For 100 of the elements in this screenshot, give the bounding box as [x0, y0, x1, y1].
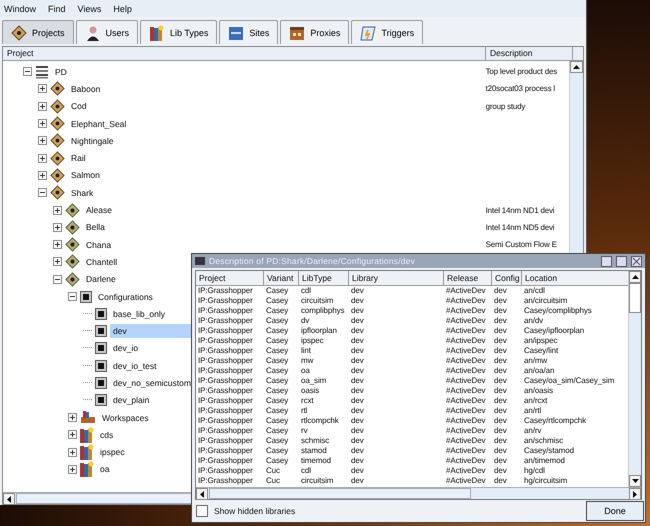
table-cell-text: Casey/stamod	[523, 446, 575, 456]
tab[interactable]: Users	[76, 20, 138, 44]
expander-icon[interactable]	[38, 102, 47, 111]
table-cell-text: dev	[350, 456, 365, 466]
tree-item[interactable]: Chantell	[83, 254, 120, 269]
table-cell-text: Casey	[265, 306, 290, 316]
column-header[interactable]: Project	[3, 47, 486, 60]
tree-item[interactable]: Cod	[68, 99, 90, 114]
tree-item[interactable]: Shark	[68, 186, 96, 200]
column-header[interactable]: Description	[486, 47, 573, 60]
tree-item[interactable]: Chana	[83, 238, 114, 252]
expander-icon[interactable]	[53, 274, 62, 284]
expander-icon[interactable]	[23, 67, 32, 76]
table-cell-text: #ActiveDev	[445, 446, 486, 456]
table-cell-text: an/rv	[523, 426, 542, 436]
tree-item[interactable]: PD	[52, 64, 70, 79]
tab[interactable]: Triggers	[351, 20, 424, 44]
left-arrow-icon[interactable]	[7, 496, 11, 502]
expander-icon[interactable]	[68, 464, 77, 474]
tab[interactable]: Sites	[219, 20, 278, 44]
tree-item[interactable]: Alease	[83, 203, 115, 218]
close-icon[interactable]	[631, 256, 642, 266]
done-button[interactable]: Done	[586, 501, 644, 521]
tab[interactable]: Lib Types	[140, 20, 218, 44]
expander-icon[interactable]	[38, 170, 47, 180]
up-arrow-icon[interactable]	[632, 275, 638, 279]
expander-icon[interactable]	[68, 430, 77, 440]
table-cell-text: an/oasis	[523, 386, 554, 396]
column-header[interactable]: Release	[444, 271, 492, 286]
description-cell-text: Intel 14nm ND5 devi	[484, 222, 556, 232]
checkbox-label[interactable]: Show hidden libraries	[214, 506, 296, 516]
tree-item[interactable]: dev_io_test	[110, 358, 160, 373]
tab[interactable]: Projects	[2, 20, 74, 44]
table-cell-text: dev	[350, 436, 365, 446]
tree-item[interactable]: cds	[97, 428, 116, 442]
column-header[interactable]: Variant	[264, 271, 299, 286]
tree-item[interactable]: ipspec	[97, 445, 128, 460]
tree-item[interactable]: Bella	[83, 220, 108, 234]
expander-icon[interactable]	[38, 136, 47, 146]
right-arrow-icon[interactable]	[633, 490, 637, 498]
expander-icon[interactable]	[68, 413, 77, 422]
expander-icon[interactable]	[53, 240, 62, 250]
table-cell-text: IP:Grasshopper	[197, 296, 254, 306]
table-cell-text: dev	[493, 326, 508, 336]
table-cell-text: IP:Grasshopper	[197, 376, 254, 386]
column-header[interactable]: Project	[196, 271, 264, 286]
description-cell-text: group study	[484, 102, 526, 111]
maximize-button[interactable]	[616, 256, 627, 266]
expander-icon[interactable]	[38, 119, 47, 128]
down-arrow-icon[interactable]	[632, 479, 638, 483]
table-cell-text: #ActiveDev	[445, 456, 486, 466]
table-cell-text: Casey	[265, 356, 290, 366]
table-cell-text: dev	[350, 476, 365, 486]
expander-icon[interactable]	[68, 292, 77, 301]
tree-item[interactable]: Workspaces	[99, 410, 152, 425]
minimize-button[interactable]	[601, 256, 612, 266]
horizontal-scrollbar[interactable]	[196, 487, 641, 499]
tree-item[interactable]: dev_io	[110, 341, 142, 356]
expander-icon[interactable]	[38, 188, 47, 198]
tree-item[interactable]: dev_plain	[110, 393, 152, 408]
table-cell-text: IP:Grasshopper	[197, 336, 254, 346]
expander-icon[interactable]	[68, 448, 77, 457]
checkbox[interactable]	[196, 505, 208, 517]
menu-item[interactable]: Window	[4, 4, 36, 14]
tree-item[interactable]: Configurations	[95, 290, 156, 304]
tree-item[interactable]: Baboon	[68, 82, 104, 96]
table-cell-text: #ActiveDev	[445, 426, 486, 436]
scroll-thumb[interactable]	[629, 283, 641, 313]
chip-icon	[95, 325, 107, 338]
column-header[interactable]: LibType	[299, 271, 349, 286]
tree-item[interactable]: Elephant_Seal	[68, 116, 130, 131]
menu-item[interactable]: Views	[78, 4, 102, 14]
tab[interactable]: Proxies	[280, 20, 350, 44]
tree-item[interactable]: dev_no_semicustom	[110, 376, 194, 390]
menu-item[interactable]: Help	[113, 4, 132, 14]
up-arrow-icon[interactable]	[573, 65, 580, 69]
expander-icon[interactable]	[53, 257, 62, 266]
column-header[interactable]: Location	[522, 271, 628, 286]
column-header[interactable]: Config	[492, 271, 522, 286]
expander-icon[interactable]	[38, 84, 47, 94]
left-arrow-icon[interactable]	[200, 490, 204, 498]
table-cell-text: dev	[350, 376, 365, 386]
tree-item[interactable]: Salmon	[68, 168, 103, 182]
table-cell-text: dev	[493, 436, 508, 446]
table-cell-text: #ActiveDev	[445, 346, 486, 356]
table-cell-text: #ActiveDev	[445, 476, 486, 486]
tree-item[interactable]: Rail	[68, 151, 89, 166]
vertical-scrollbar[interactable]	[628, 271, 641, 487]
column-header[interactable]: Library	[349, 271, 444, 286]
tree-item[interactable]: base_lib_only	[110, 306, 168, 321]
tree-item[interactable]: Darlene	[83, 272, 119, 286]
table-cell-text: dev	[350, 426, 365, 436]
table-cell-text: Casey	[265, 326, 290, 336]
tree-item[interactable]: oa	[97, 462, 112, 476]
expander-icon[interactable]	[38, 154, 47, 163]
tree-item[interactable]: Nightingale	[68, 134, 117, 148]
menu-item[interactable]: Find	[48, 4, 66, 14]
scroll-thumb[interactable]	[209, 488, 471, 499]
expander-icon[interactable]	[53, 222, 62, 232]
expander-icon[interactable]	[53, 206, 62, 215]
